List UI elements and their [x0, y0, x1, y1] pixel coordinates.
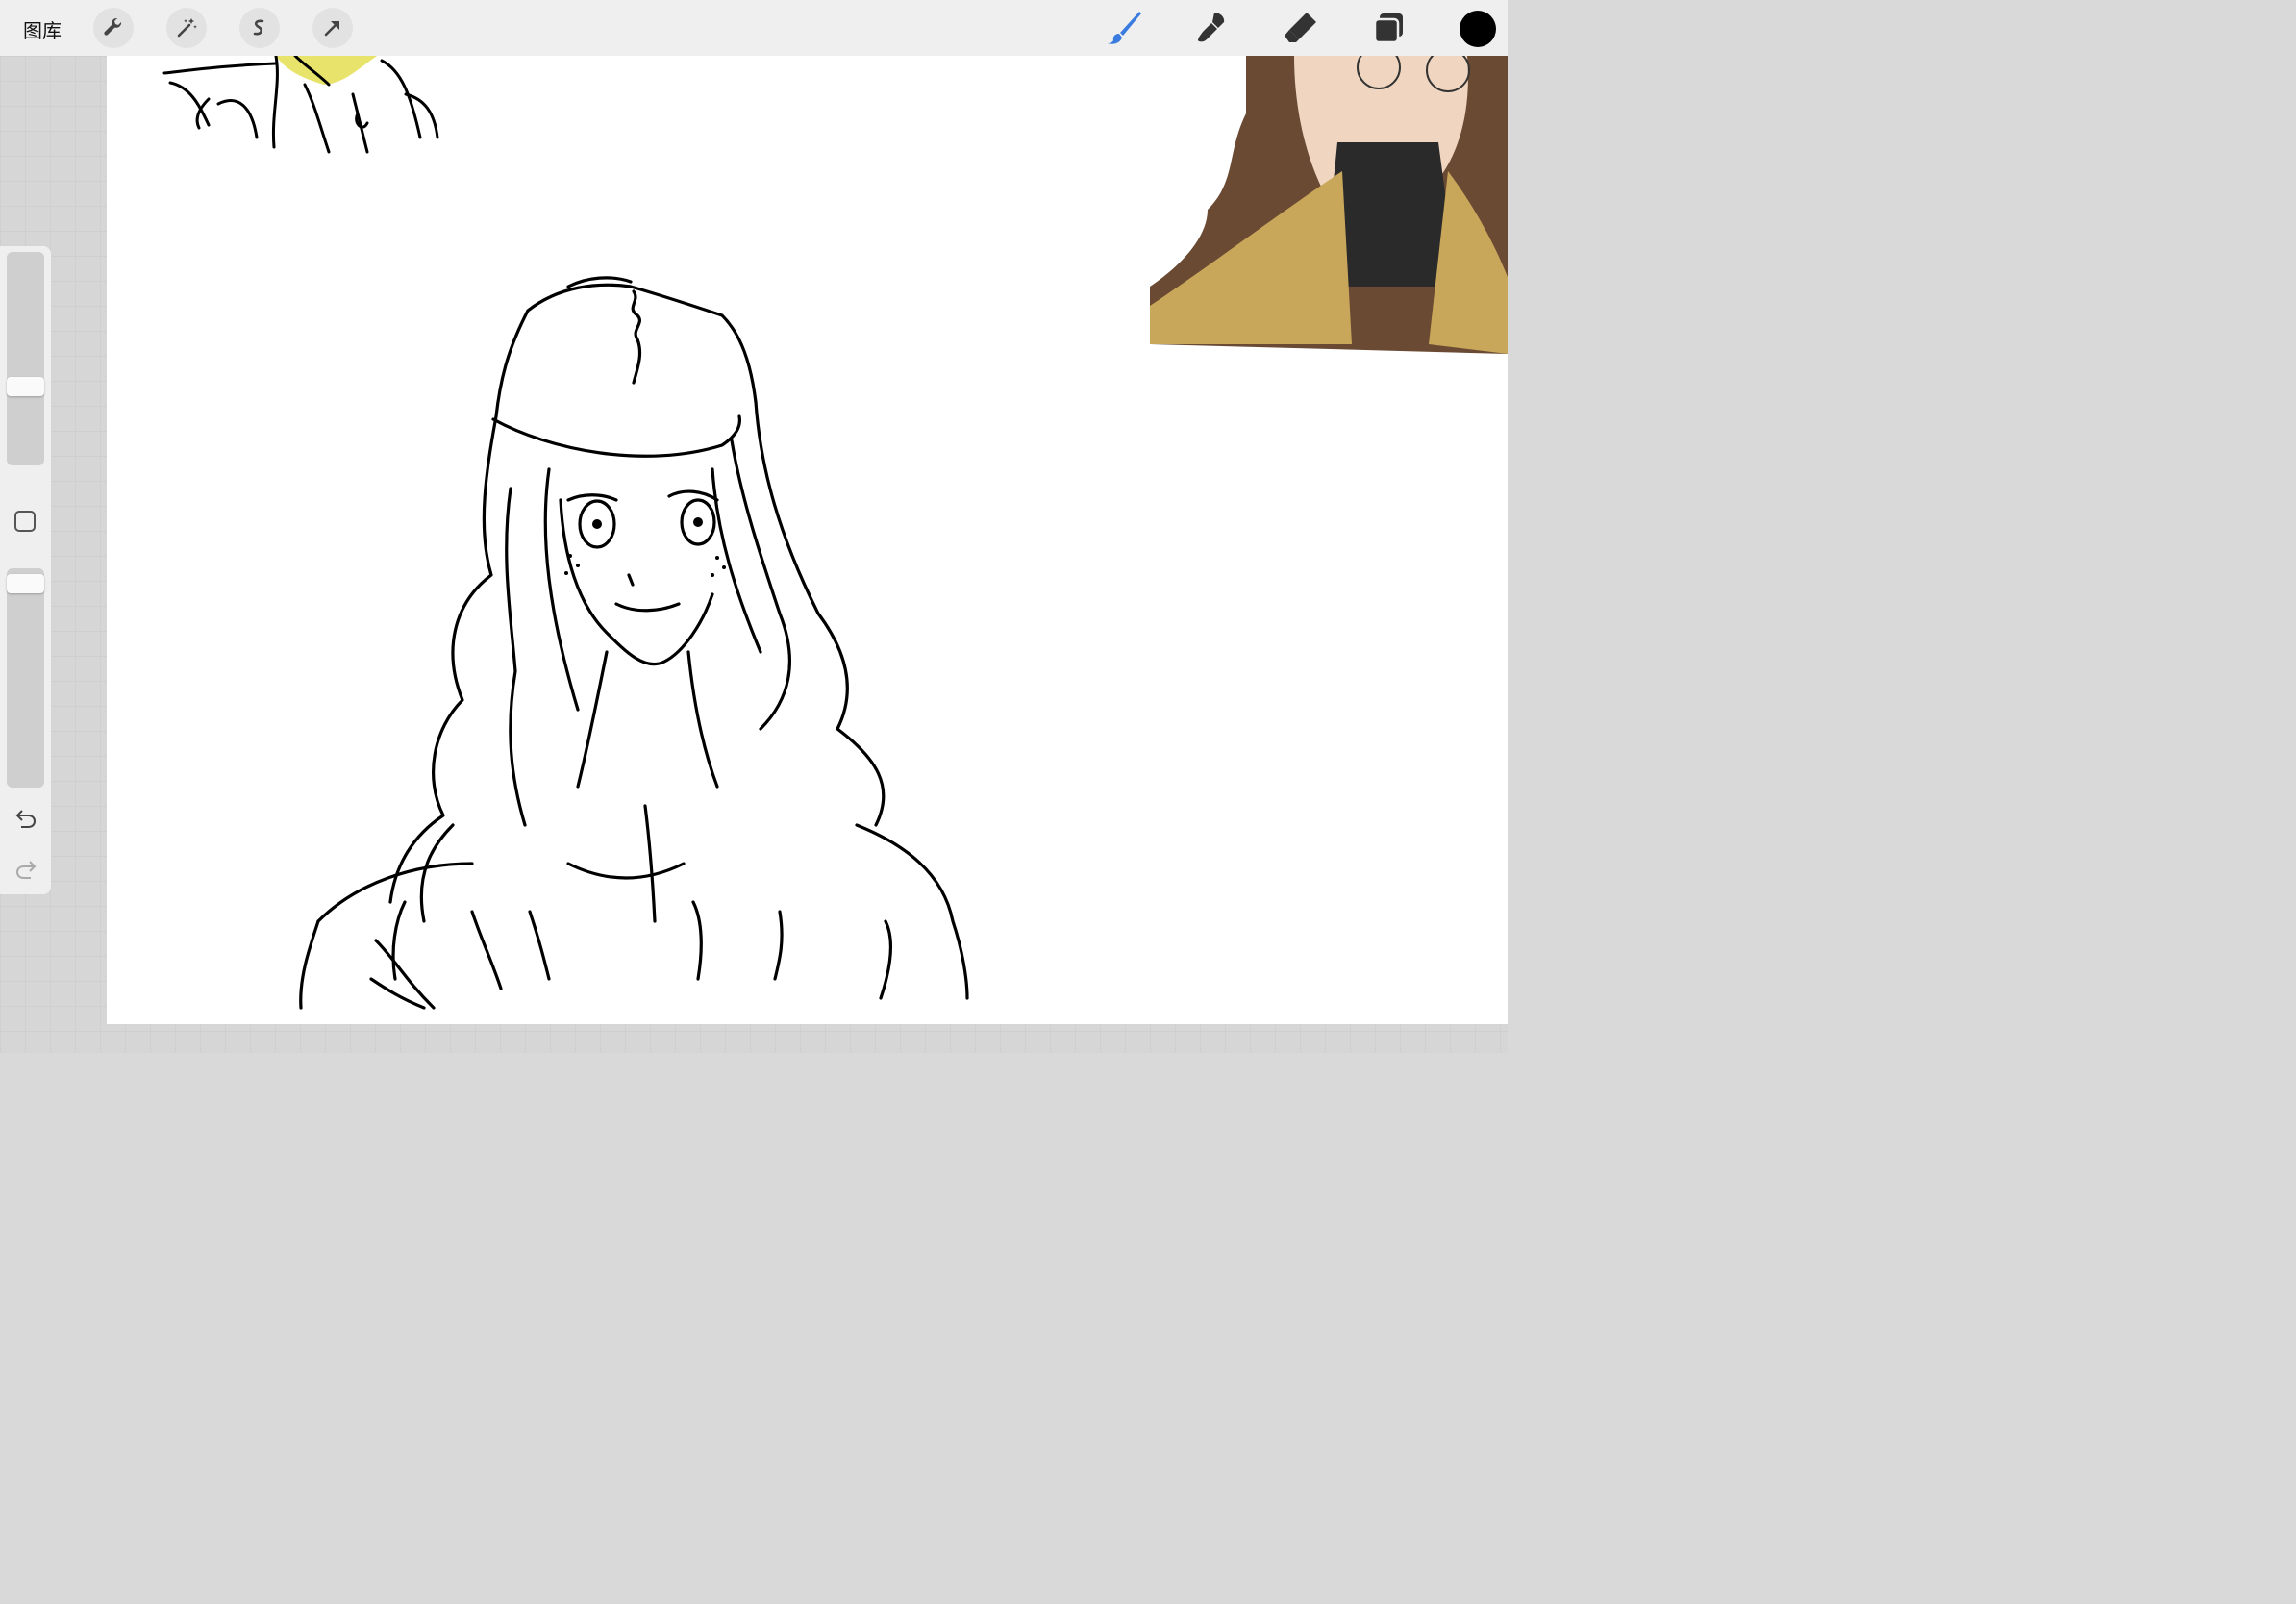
wrench-icon — [104, 17, 122, 36]
modify-button[interactable] — [14, 511, 36, 532]
smudge-tool[interactable] — [1192, 8, 1233, 48]
eraser-tool[interactable] — [1281, 8, 1321, 48]
actions-button[interactable] — [93, 8, 134, 48]
layers-tool[interactable] — [1369, 8, 1410, 48]
undo-icon[interactable] — [12, 806, 39, 833]
opacity-thumb[interactable] — [7, 574, 44, 593]
transform-button[interactable] — [312, 8, 353, 48]
eraser-icon — [1285, 13, 1316, 42]
selection-icon — [253, 19, 264, 36]
transform-arrow-icon — [324, 21, 339, 37]
reference-image[interactable] — [1150, 56, 1508, 354]
selection-button[interactable] — [239, 8, 280, 48]
character-sketch — [299, 276, 969, 1010]
adjustments-button[interactable] — [166, 8, 207, 48]
smudge-icon — [1198, 13, 1225, 42]
brush-tool[interactable] — [1104, 8, 1144, 48]
redo-icon[interactable] — [12, 857, 39, 884]
brush-icon — [1108, 12, 1141, 44]
opacity-slider[interactable] — [7, 568, 44, 788]
left-sidebar — [0, 246, 51, 894]
color-picker-button[interactable] — [1460, 11, 1496, 47]
layers-icon — [1373, 13, 1403, 44]
top-toolbar: 图库 — [0, 0, 1508, 56]
brush-size-thumb[interactable] — [7, 377, 44, 396]
gallery-button[interactable]: 图库 — [23, 15, 62, 43]
sketch-top-left — [162, 56, 439, 154]
magic-wand-icon — [177, 18, 197, 38]
brush-size-slider[interactable] — [7, 252, 44, 465]
